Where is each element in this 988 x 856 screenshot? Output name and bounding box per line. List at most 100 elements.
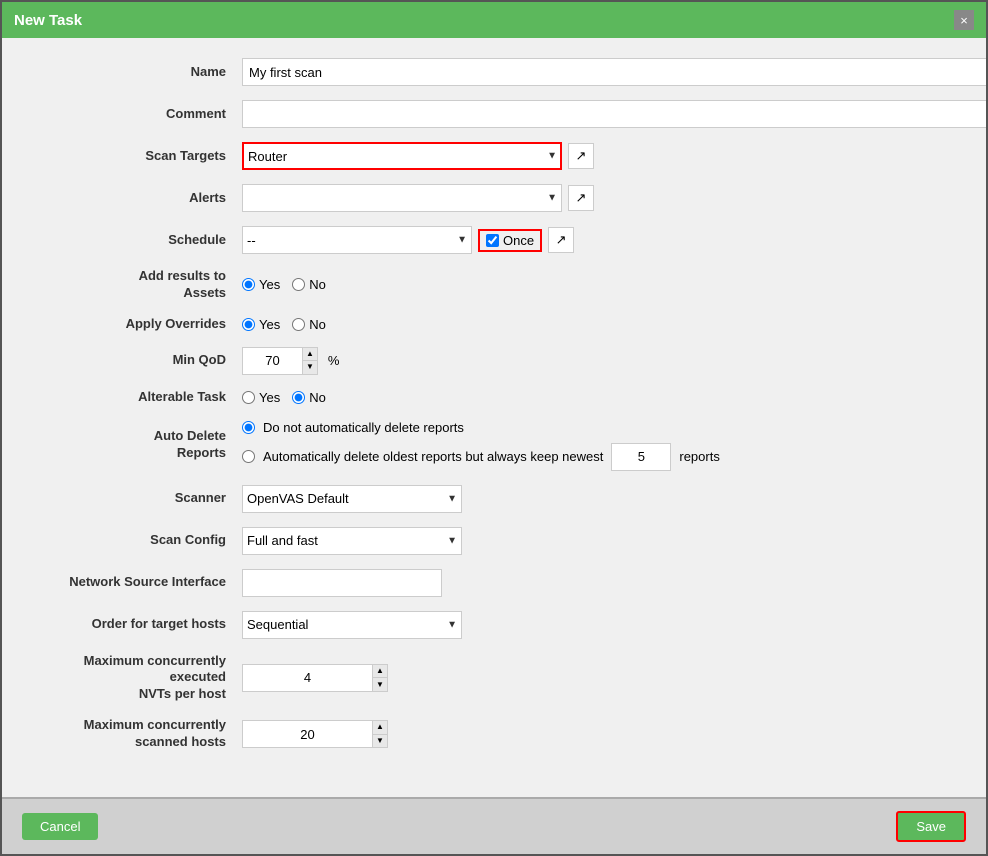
schedule-row: Schedule -- Once ↗	[42, 226, 946, 254]
max-nvts-down-button[interactable]: ▼	[373, 678, 387, 691]
min-qod-spinner: ▲ ▼	[302, 347, 318, 375]
max-nvts-input[interactable]	[242, 664, 372, 692]
max-hosts-row: Maximum concurrently scanned hosts ▲ ▼	[42, 717, 946, 751]
add-results-yes-label: Yes	[259, 277, 280, 292]
network-source-label: Network Source Interface	[42, 574, 242, 591]
max-nvts-up-button[interactable]: ▲	[373, 665, 387, 679]
alterable-no-item: No	[292, 390, 326, 405]
schedule-select-wrapper: --	[242, 226, 472, 254]
order-select-wrapper: Sequential	[242, 611, 462, 639]
add-results-label: Add results to Assets	[42, 268, 242, 302]
dialog-body: Name Comment Scan Targets Router	[2, 38, 986, 797]
name-label: Name	[42, 64, 242, 81]
name-input[interactable]	[242, 58, 986, 86]
new-task-dialog: New Task × Name Comment Scan Targets Rou	[0, 0, 988, 856]
auto-delete-no-label: Do not automatically delete reports	[263, 420, 464, 435]
apply-overrides-no-radio[interactable]	[292, 318, 305, 331]
min-qod-input[interactable]	[242, 347, 302, 375]
cancel-button[interactable]: Cancel	[22, 813, 98, 840]
auto-delete-yes-radio[interactable]	[242, 450, 255, 463]
add-results-yes-item: Yes	[242, 277, 280, 292]
scanner-control: OpenVAS Default	[242, 485, 946, 513]
external-link-icon-schedule: ↗	[556, 232, 567, 248]
min-qod-row: Min QoD ▲ ▼ %	[42, 347, 946, 375]
network-source-input[interactable]	[242, 569, 442, 597]
comment-input[interactable]	[242, 100, 986, 128]
auto-delete-no-radio[interactable]	[242, 421, 255, 434]
min-qod-spinner-group: ▲ ▼	[242, 347, 318, 375]
scan-targets-label: Scan Targets	[42, 148, 242, 165]
keep-newest-input[interactable]	[611, 443, 671, 471]
comment-row: Comment	[42, 100, 946, 128]
order-select[interactable]: Sequential	[242, 611, 462, 639]
max-hosts-label: Maximum concurrently scanned hosts	[42, 717, 242, 751]
add-results-no-item: No	[292, 277, 326, 292]
scan-config-label: Scan Config	[42, 532, 242, 549]
scan-targets-new-button[interactable]: ↗	[568, 143, 594, 169]
comment-control	[242, 100, 986, 128]
max-nvts-spinner-group: ▲ ▼	[242, 664, 388, 692]
order-control: Sequential	[242, 611, 946, 639]
add-results-control: Yes No	[242, 277, 946, 292]
comment-label: Comment	[42, 106, 242, 123]
min-qod-unit: %	[328, 353, 340, 368]
add-results-row: Add results to Assets Yes No	[42, 268, 946, 302]
once-checkbox[interactable]	[486, 234, 499, 247]
alterable-yes-radio[interactable]	[242, 391, 255, 404]
apply-overrides-no-item: No	[292, 317, 326, 332]
apply-overrides-label: Apply Overrides	[42, 316, 242, 333]
max-hosts-spinner-group: ▲ ▼	[242, 720, 388, 748]
alterable-no-radio[interactable]	[292, 391, 305, 404]
auto-delete-label: Auto Delete Reports	[42, 428, 242, 462]
scan-targets-control: Router ↗	[242, 142, 946, 170]
alterable-task-row: Alterable Task Yes No	[42, 389, 946, 406]
apply-overrides-yes-item: Yes	[242, 317, 280, 332]
alerts-new-button[interactable]: ↗	[568, 185, 594, 211]
min-qod-down-button[interactable]: ▼	[303, 361, 317, 374]
auto-delete-opt2-row: Automatically delete oldest reports but …	[242, 443, 720, 471]
max-hosts-up-button[interactable]: ▲	[373, 721, 387, 735]
apply-overrides-yes-label: Yes	[259, 317, 280, 332]
apply-overrides-control: Yes No	[242, 317, 946, 332]
schedule-control: -- Once ↗	[242, 226, 946, 254]
max-nvts-label: Maximum concurrently executed NVTs per h…	[42, 653, 242, 704]
max-hosts-down-button[interactable]: ▼	[373, 735, 387, 748]
scan-targets-select[interactable]: Router	[242, 142, 562, 170]
name-row: Name	[42, 58, 946, 86]
dialog-header: New Task ×	[2, 2, 986, 38]
schedule-new-button[interactable]: ↗	[548, 227, 574, 253]
alterable-yes-label: Yes	[259, 390, 280, 405]
apply-overrides-no-label: No	[309, 317, 326, 332]
alerts-select[interactable]	[242, 184, 562, 212]
max-hosts-control: ▲ ▼	[242, 720, 946, 748]
alterable-yes-item: Yes	[242, 390, 280, 405]
scanner-select[interactable]: OpenVAS Default	[242, 485, 462, 513]
alerts-label: Alerts	[42, 190, 242, 207]
max-hosts-input[interactable]	[242, 720, 372, 748]
alterable-task-control: Yes No	[242, 390, 946, 405]
auto-delete-opt1-row: Do not automatically delete reports	[242, 420, 720, 435]
name-control	[242, 58, 986, 86]
once-label: Once	[503, 233, 534, 248]
scan-config-select[interactable]: Full and fast	[242, 527, 462, 555]
add-results-no-radio[interactable]	[292, 278, 305, 291]
scanner-label: Scanner	[42, 490, 242, 507]
apply-overrides-yes-radio[interactable]	[242, 318, 255, 331]
save-button[interactable]: Save	[896, 811, 966, 842]
reports-label: reports	[679, 449, 719, 464]
dialog-footer: Cancel Save	[2, 797, 986, 854]
apply-overrides-row: Apply Overrides Yes No	[42, 316, 946, 333]
scan-config-row: Scan Config Full and fast	[42, 527, 946, 555]
close-button[interactable]: ×	[954, 10, 974, 30]
min-qod-up-button[interactable]: ▲	[303, 348, 317, 362]
dialog-title: New Task	[14, 12, 82, 29]
add-results-yes-radio[interactable]	[242, 278, 255, 291]
once-checkbox-wrap: Once	[478, 229, 542, 252]
schedule-select[interactable]: --	[242, 226, 472, 254]
schedule-label: Schedule	[42, 232, 242, 249]
auto-delete-row: Auto Delete Reports Do not automatically…	[42, 420, 946, 471]
alterable-task-label: Alterable Task	[42, 389, 242, 406]
auto-delete-yes-label: Automatically delete oldest reports but …	[263, 449, 603, 464]
max-nvts-spinner: ▲ ▼	[372, 664, 388, 692]
scan-config-select-wrapper: Full and fast	[242, 527, 462, 555]
